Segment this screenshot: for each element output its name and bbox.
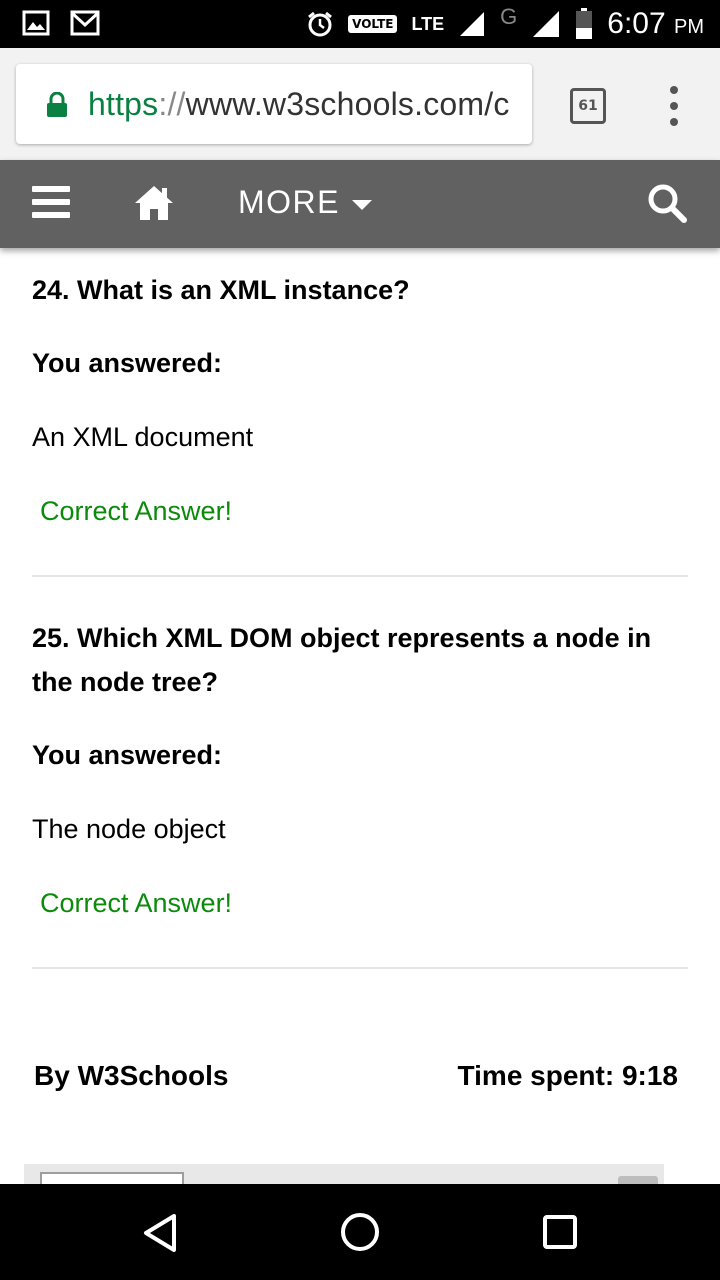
android-nav-bar — [0, 1184, 720, 1280]
notification-icons — [22, 10, 100, 36]
more-label: MORE — [238, 184, 340, 220]
clock: 6:07 PM — [607, 7, 704, 40]
result-correct: Correct Answer! — [40, 888, 233, 918]
back-icon[interactable] — [140, 1212, 180, 1254]
browser-toolbar: https://www.w3schools.com/c 61 — [0, 48, 720, 160]
more-menu-button[interactable]: MORE — [238, 184, 372, 221]
signal-icon-2 — [533, 11, 560, 37]
you-answered-label: You answered: — [32, 740, 223, 770]
user-answer: An XML document — [32, 422, 254, 452]
time-spent: Time spent: 9:18 — [457, 1060, 678, 1091]
site-navbar: MORE — [0, 160, 720, 248]
dropdown-caret-icon — [352, 199, 372, 210]
question-title: 24. What is an XML instance? — [32, 275, 410, 305]
search-icon[interactable] — [646, 182, 688, 224]
overflow-menu-icon[interactable] — [662, 86, 686, 126]
question-title: 25. Which XML DOM object represents a no… — [32, 623, 652, 697]
alarm-icon — [308, 11, 333, 37]
volte-badge: VOLTE — [348, 15, 398, 33]
result-correct: Correct Answer! — [40, 496, 233, 526]
you-answered-label: You answered: — [32, 348, 223, 378]
home-circle-icon[interactable] — [340, 1212, 380, 1252]
user-answer: The node object — [32, 814, 226, 844]
address-bar[interactable]: https://www.w3schools.com/c — [16, 64, 532, 144]
status-bar: VOLTE LTE G 6:07 PM — [0, 0, 720, 48]
gmail-icon — [70, 10, 100, 36]
signal-icon — [460, 12, 485, 36]
image-icon — [22, 10, 50, 36]
hamburger-menu-icon[interactable] — [32, 186, 70, 218]
battery-icon — [576, 8, 593, 39]
divider — [32, 575, 688, 577]
url-text[interactable]: https://www.w3schools.com/c — [88, 86, 510, 123]
tab-switcher-icon[interactable]: 61 — [570, 88, 606, 124]
home-icon[interactable] — [133, 183, 175, 223]
system-indicators: VOLTE LTE G 6:07 PM — [306, 0, 704, 48]
network-type-label: G — [500, 4, 518, 29]
divider — [32, 967, 688, 969]
lte-indicator: LTE — [411, 14, 445, 34]
recents-icon[interactable] — [542, 1214, 578, 1250]
ad-banner-edge — [24, 1164, 664, 1186]
footer-author: By W3Schools — [34, 1060, 229, 1091]
lock-icon — [47, 92, 67, 117]
